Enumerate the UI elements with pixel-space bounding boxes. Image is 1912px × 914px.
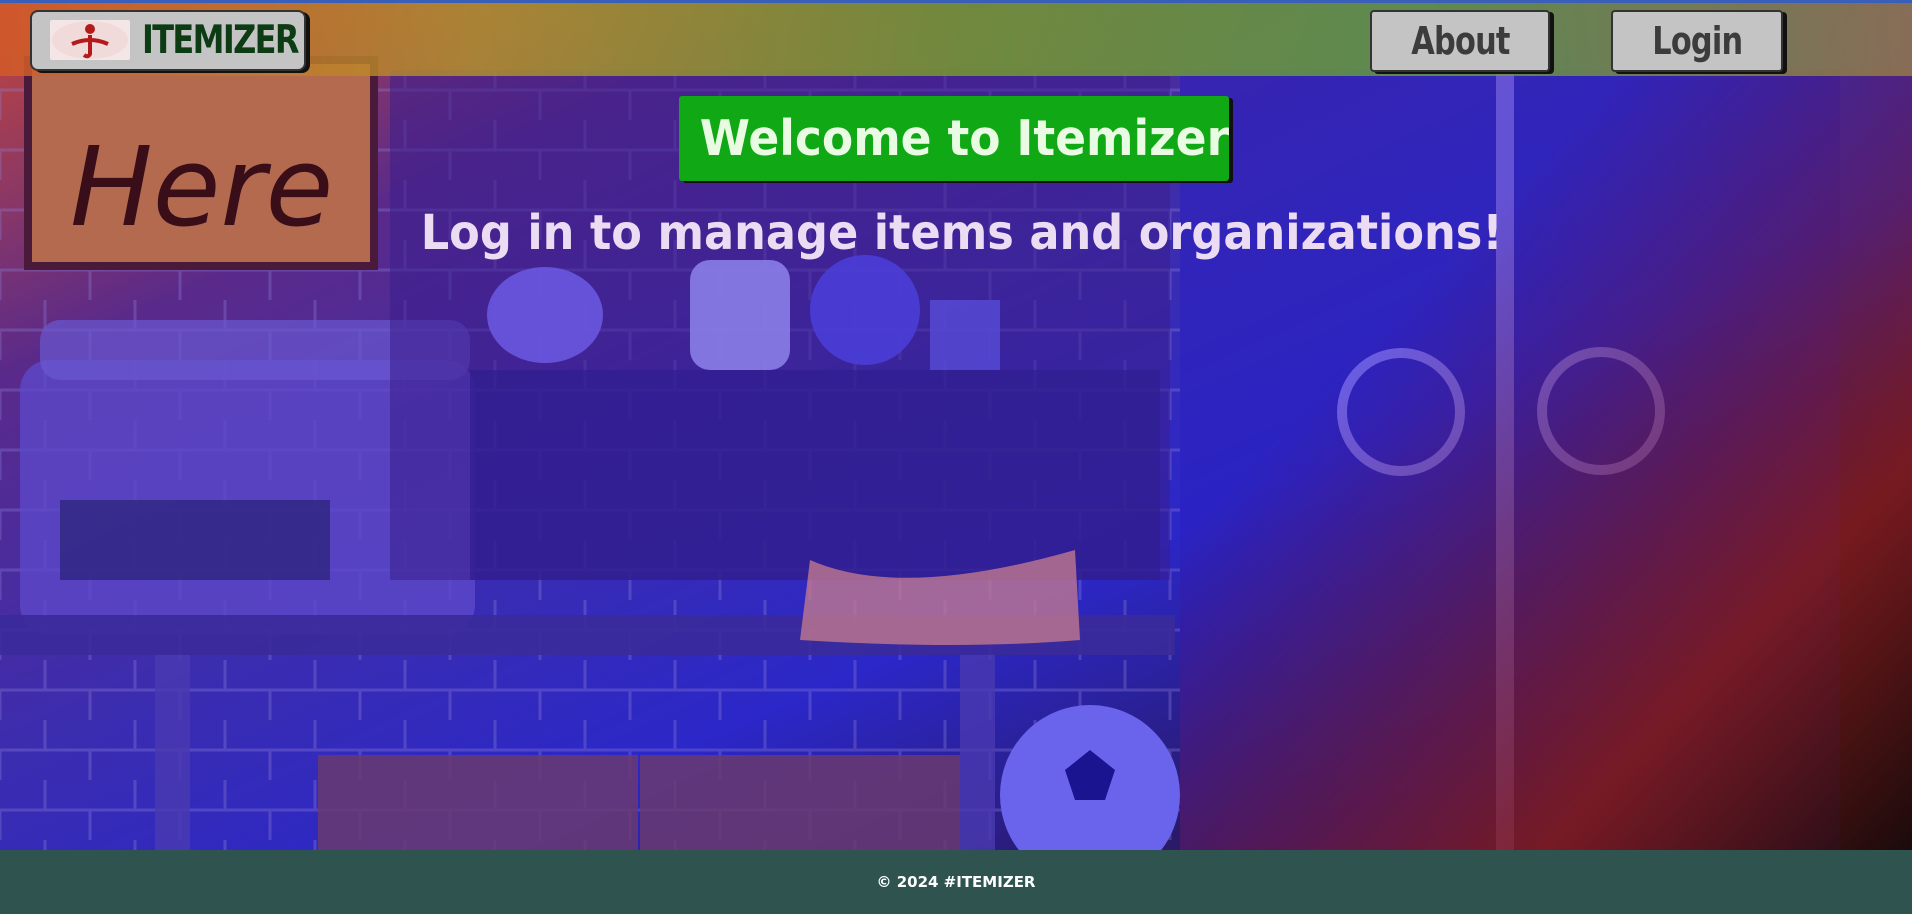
welcome-text: Welcome to Itemizer! [699,110,1229,167]
welcome-banner: Welcome to Itemizer! [679,96,1229,181]
top-navbar: ITEMIZER About Login [0,0,1912,76]
footer: © 2024 #ITEMIZER [0,850,1912,914]
about-button-label: About [1410,19,1510,63]
home-logo-link[interactable]: ITEMIZER [30,10,306,71]
copyright-text: © 2024 #ITEMIZER [876,873,1036,891]
itemizer-logo-icon [50,20,130,60]
login-button-label: Login [1651,19,1743,63]
svg-text:Here: Here [70,123,333,251]
login-button[interactable]: Login [1611,10,1783,72]
tagline: Log in to manage items and organizations… [380,198,1530,268]
tagline-text: Log in to manage items and organizations… [420,205,1503,261]
logo-text: ITEMIZER [142,18,299,63]
about-button[interactable]: About [1370,10,1550,72]
